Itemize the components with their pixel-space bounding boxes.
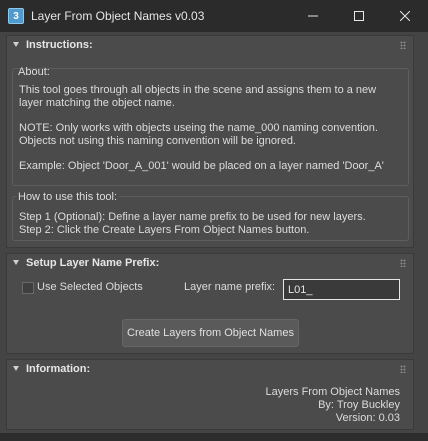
chevron-down-icon [13, 42, 19, 47]
about-text-line1: This tool goes through all objects in th… [19, 84, 377, 96]
information-rollout: Information: Layers From Object Names By… [6, 359, 414, 430]
close-button[interactable] [382, 0, 428, 32]
window-title: Layer From Object Names v0.03 [31, 9, 205, 23]
howto-group: How to use this tool: Step 1 (Optional):… [12, 191, 409, 241]
about-text-line3: NOTE: Only works with objects useing the… [19, 122, 378, 134]
title-bar: 3 Layer From Object Names v0.03 [0, 0, 428, 32]
info-line2: By: Troy Buckley [318, 399, 400, 411]
app-icon: 3 [8, 8, 24, 24]
minimize-button[interactable] [290, 0, 336, 32]
drag-grip-icon[interactable] [400, 365, 406, 373]
howto-label: How to use this tool: [16, 191, 120, 203]
info-line3: Version: 0.03 [335, 412, 400, 424]
close-icon [400, 11, 410, 21]
drag-grip-icon[interactable] [400, 41, 406, 49]
information-rollout-header[interactable]: Information: [7, 360, 413, 380]
instructions-rollout: Instructions: About: This tool goes thro… [6, 35, 414, 248]
instructions-title: Instructions: [26, 39, 93, 51]
setup-title: Setup Layer Name Prefix: [26, 257, 160, 269]
use-selected-checkbox[interactable] [22, 282, 34, 294]
chevron-down-icon [13, 366, 19, 371]
info-line1: Layers From Object Names [265, 386, 400, 398]
minimize-icon [308, 15, 318, 17]
about-text-line4: Objects not using this naming convention… [19, 135, 296, 147]
about-text-line2: layer matching the object name. [19, 97, 175, 109]
setup-rollout-header[interactable]: Setup Layer Name Prefix: [7, 254, 413, 274]
chevron-down-icon [13, 260, 19, 265]
window-bottom-edge [0, 433, 428, 441]
information-title: Information: [26, 363, 91, 375]
drag-grip-icon[interactable] [400, 259, 406, 267]
instructions-rollout-header[interactable]: Instructions: [7, 36, 413, 56]
about-label: About: [18, 66, 50, 78]
use-selected-label[interactable]: Use Selected Objects [37, 281, 143, 294]
maximize-button[interactable] [336, 0, 382, 32]
layer-prefix-input[interactable] [283, 279, 400, 300]
howto-step2: Step 2: Click the Create Layers From Obj… [19, 224, 310, 236]
maximize-icon [354, 11, 364, 21]
prefix-label: Layer name prefix: [184, 281, 276, 293]
setup-rollout: Setup Layer Name Prefix: Use Selected Ob… [6, 253, 414, 354]
about-group: About: This tool goes through all object… [12, 66, 409, 186]
howto-step1: Step 1 (Optional): Define a layer name p… [19, 211, 366, 223]
create-layers-button[interactable]: Create Layers from Object Names [122, 319, 299, 347]
about-text-line5: Example: Object 'Door_A_001' would be pl… [19, 160, 384, 172]
